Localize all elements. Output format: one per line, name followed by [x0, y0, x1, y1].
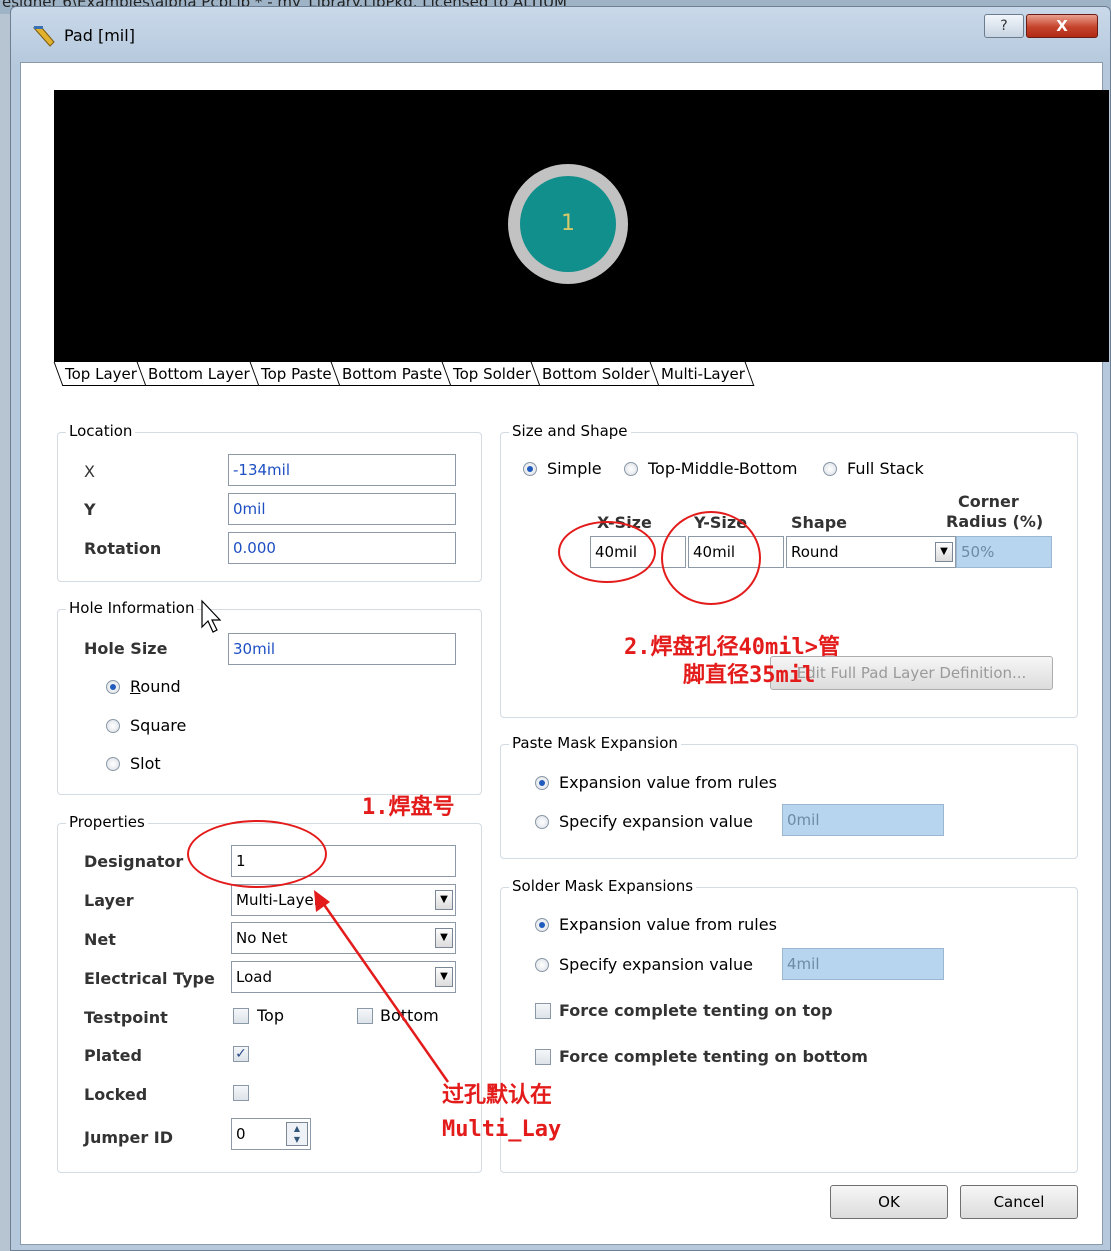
testpoint-top-checkbox[interactable] [233, 1008, 249, 1024]
mode-tmb-label: Top-Middle-Bottom [648, 459, 798, 478]
plated-checkbox[interactable]: ✓ [233, 1046, 249, 1062]
tab-top-layer[interactable]: Top Layer [53, 362, 146, 386]
tab-label: Top Paste [260, 365, 332, 383]
force-tenting-top-label: Force complete tenting on top [559, 1001, 833, 1020]
jumper-id-stepper[interactable]: 0 ▲ ▼ [231, 1118, 311, 1150]
electrical-type-label: Electrical Type [84, 969, 215, 988]
cancel-button[interactable]: Cancel [960, 1185, 1078, 1219]
tab-top-paste[interactable]: Top Paste [249, 362, 340, 386]
mouse-cursor-icon [201, 599, 222, 633]
paste-specify-label: Specify expansion value [559, 812, 753, 831]
shape-select[interactable]: Round ▼ [786, 536, 956, 568]
hole-info-title: Hole Information [66, 599, 198, 617]
tab-multi-layer[interactable]: Multi-Layer [649, 362, 755, 386]
corner-header-line2: Radius (%) [946, 512, 1044, 531]
tab-label: Multi-Layer [660, 365, 745, 383]
tab-label: Top Layer [65, 365, 137, 383]
annotation-hole-size-line1: 2.焊盘孔径40mil>管 [624, 635, 840, 660]
layer-tabs: Top Layer Bottom Layer Top Paste Bottom … [53, 362, 755, 386]
paste-mask-group [500, 744, 1078, 859]
mode-simple-label: Simple [547, 459, 602, 478]
hole-round-label: Round [130, 677, 181, 696]
net-label: Net [84, 930, 116, 949]
plated-label: Plated [84, 1046, 142, 1065]
locked-checkbox[interactable] [233, 1085, 249, 1101]
location-title: Location [66, 422, 136, 440]
corner-radius-input[interactable]: 50% [956, 536, 1052, 568]
designator-label: Designator [84, 852, 184, 871]
hole-slot-radio[interactable] [106, 757, 120, 771]
pad-designator-preview: 1 [520, 176, 616, 272]
jumper-id-label: Jumper ID [84, 1128, 174, 1147]
annotation-pad-number: 1.焊盘号 [362, 795, 455, 820]
tab-top-solder[interactable]: Top Solder [442, 362, 540, 386]
corner-header-line1: Corner [958, 492, 1019, 511]
hole-size-label: Hole Size [84, 639, 168, 658]
electrical-type-value: Load [236, 968, 272, 986]
y-label: Y [84, 500, 96, 519]
solder-mask-title: Solder Mask Expansions [509, 877, 697, 895]
tab-bottom-layer[interactable]: Bottom Layer [136, 362, 258, 386]
spin-arrows-icon[interactable]: ▲ ▼ [286, 1122, 308, 1146]
annotation-hole-size-line2: 脚直径35mil [683, 663, 816, 688]
solder-specify-radio[interactable] [535, 958, 549, 972]
force-tenting-top-checkbox[interactable] [535, 1003, 551, 1019]
annotation-ellipse-y-size [661, 511, 761, 605]
paste-rules-radio[interactable] [535, 776, 549, 790]
background-app-edge [0, 14, 10, 1251]
tab-label: Bottom Layer [147, 365, 250, 383]
paste-mask-title: Paste Mask Expansion [509, 734, 681, 752]
rotation-input[interactable]: 0.000 [228, 532, 456, 564]
force-tenting-bottom-label: Force complete tenting on bottom [559, 1047, 868, 1066]
ok-button[interactable]: OK [830, 1185, 948, 1219]
shape-header: Shape [791, 513, 848, 532]
tab-bottom-solder[interactable]: Bottom Solder [530, 362, 659, 386]
hole-square-label: Square [130, 716, 187, 735]
mode-tmb-radio[interactable] [624, 462, 638, 476]
mode-full-stack-label: Full Stack [847, 459, 924, 478]
properties-title: Properties [66, 813, 148, 831]
x-input[interactable]: -134mil [228, 454, 456, 486]
annotation-arrow-icon [314, 890, 450, 1083]
rotation-label: Rotation [84, 539, 162, 558]
layer-label: Layer [84, 891, 134, 910]
pad-tool-icon [32, 24, 56, 48]
jumper-id-value: 0 [236, 1125, 246, 1143]
solder-expansion-input[interactable]: 4mil [782, 948, 944, 980]
testpoint-label: Testpoint [84, 1008, 168, 1027]
annotation-ellipse-designator [187, 820, 327, 888]
close-button[interactable]: X [1026, 14, 1098, 38]
locked-label: Locked [84, 1085, 148, 1104]
chevron-down-icon[interactable]: ▼ [935, 542, 953, 562]
tab-label: Top Solder [453, 365, 532, 383]
hole-size-input[interactable]: 30mil [228, 633, 456, 665]
dialog-title: Pad [mil] [64, 26, 135, 45]
mode-simple-radio[interactable] [523, 462, 537, 476]
solder-rules-label: Expansion value from rules [559, 915, 777, 934]
hole-round-radio[interactable] [106, 680, 120, 694]
hole-slot-label: Slot [130, 754, 161, 773]
solder-rules-radio[interactable] [535, 918, 549, 932]
tab-label: Bottom Paste [342, 365, 443, 383]
net-value: No Net [236, 929, 288, 947]
paste-expansion-input[interactable]: 0mil [782, 804, 944, 836]
help-button[interactable]: ? [984, 14, 1024, 38]
paste-specify-radio[interactable] [535, 815, 549, 829]
mode-full-stack-radio[interactable] [823, 462, 837, 476]
hole-square-radio[interactable] [106, 719, 120, 733]
annotation-layer-note-line2: Multi_Lay [442, 1117, 562, 1142]
size-shape-title: Size and Shape [509, 422, 631, 440]
shape-value: Round [791, 543, 839, 561]
testpoint-top-label: Top [257, 1006, 284, 1025]
y-input[interactable]: 0mil [228, 493, 456, 525]
tab-label: Bottom Solder [542, 365, 650, 383]
force-tenting-bottom-checkbox[interactable] [535, 1049, 551, 1065]
tab-bottom-paste[interactable]: Bottom Paste [330, 362, 451, 386]
annotation-ellipse-x-size [558, 521, 656, 583]
solder-specify-label: Specify expansion value [559, 955, 753, 974]
x-label: X [84, 462, 95, 481]
paste-rules-label: Expansion value from rules [559, 773, 777, 792]
